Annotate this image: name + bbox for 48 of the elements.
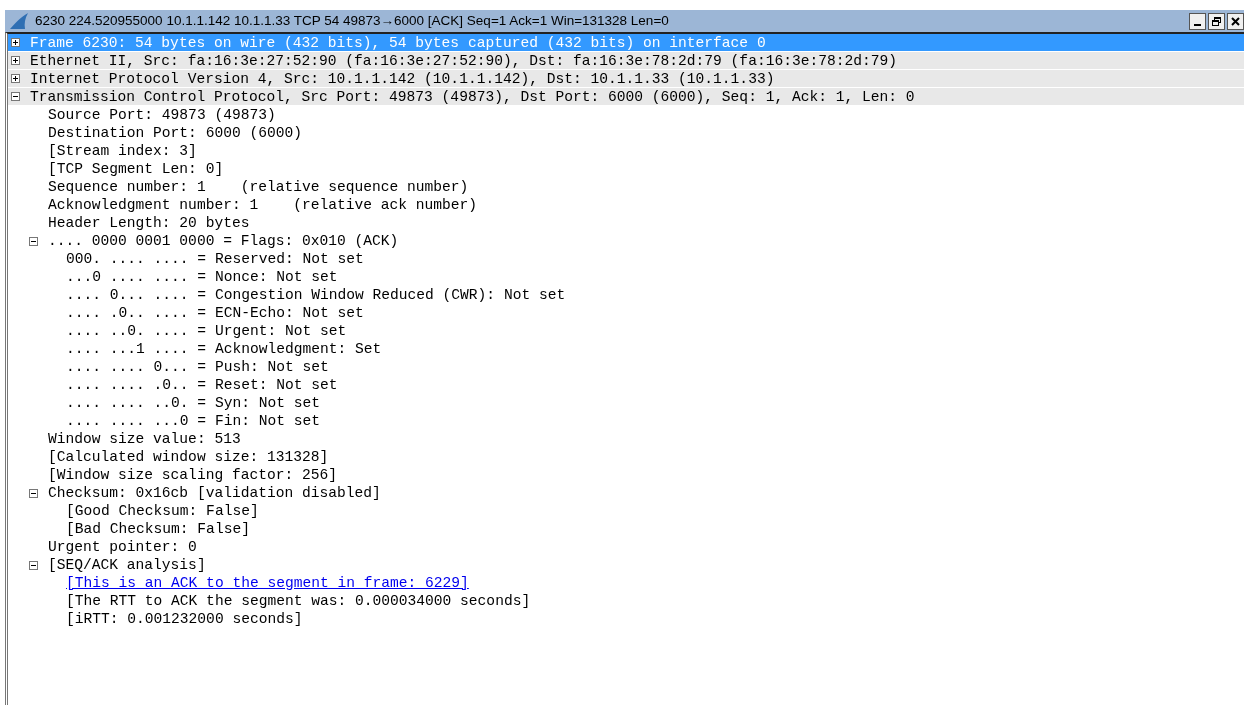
expand-icon[interactable] [11, 38, 20, 47]
tree-row[interactable]: Header Length: 20 bytes [8, 214, 1244, 232]
collapse-icon[interactable] [11, 92, 20, 101]
shark-fin-icon [9, 12, 29, 30]
collapse-icon[interactable] [29, 560, 38, 570]
tree-row[interactable]: .... ..0. .... = Urgent: Not set [8, 322, 1244, 340]
tree-row[interactable]: [The RTT to ACK the segment was: 0.000034000 seconds] [8, 592, 1244, 610]
tree-row[interactable]: [iRTT: 0.001232000 seconds] [8, 610, 1244, 628]
frame-link[interactable]: [This is an ACK to the segment in frame: 6229] [66, 574, 469, 592]
tree-row[interactable]: [TCP Segment Len: 0] [8, 160, 1244, 178]
tree-row[interactable]: Checksum: 0x16cb [validation disabled] [8, 484, 1244, 502]
window-title: 6230 224.520955000 10.1.1.142 10.1.1.33 TCP 54 49873→6000 [ACK] Seq=1 Ack=1 Win=131328 Len=0 [35, 11, 670, 30]
restore-icon [1211, 15, 1222, 27]
collapse-icon[interactable] [29, 488, 38, 498]
tree-row[interactable]: Acknowledgment number: 1 (relative ack number) [8, 196, 1244, 214]
tree-row[interactable]: [Stream index: 3] [8, 142, 1244, 160]
tree-row[interactable]: Window size value: 513 [8, 430, 1244, 448]
expand-icon[interactable] [11, 74, 20, 83]
tree-row[interactable]: .... .0.. .... = ECN-Echo: Not set [8, 304, 1244, 322]
tree-row[interactable]: .... .... 0... = Push: Not set [8, 358, 1244, 376]
tree-row[interactable]: [Calculated window size: 131328] [8, 448, 1244, 466]
tree-row[interactable]: [Good Checksum: False] [8, 502, 1244, 520]
tree-row[interactable]: Source Port: 49873 (49873) [8, 106, 1244, 124]
tree-row[interactable]: Transmission Control Protocol, Src Port: 49873 (49873), Dst Port: 6000 (6000), Seq: 1, Ack: 1, Len: 0 [8, 88, 1244, 106]
tree-row[interactable]: [Window size scaling factor: 256] [8, 466, 1244, 484]
tree-row[interactable]: .... 0000 0001 0000 = Flags: 0x010 (ACK) [8, 232, 1244, 250]
tree-row[interactable]: ...0 .... .... = Nonce: Not set [8, 268, 1244, 286]
tree-row[interactable]: [This is an ACK to the segment in frame: 6229] [8, 574, 1244, 592]
tree-row[interactable]: Ethernet II, Src: fa:16:3e:27:52:90 (fa:16:3e:27:52:90), Dst: fa:16:3e:78:2d:79 (fa:16:3e:78:2d:79) [8, 52, 1244, 70]
expand-icon[interactable] [11, 56, 20, 65]
tree-row[interactable]: .... .... ..0. = Syn: Not set [8, 394, 1244, 412]
restore-button[interactable] [1208, 12, 1225, 30]
tree-row[interactable]: 000. .... .... = Reserved: Not set [8, 250, 1244, 268]
close-button[interactable] [1227, 12, 1244, 30]
collapse-icon[interactable] [29, 236, 38, 246]
minimize-button[interactable] [1189, 12, 1206, 30]
tree-row[interactable]: .... 0... .... = Congestion Window Reduced (CWR): Not set [8, 286, 1244, 304]
tree-row[interactable]: [Bad Checksum: False] [8, 520, 1244, 538]
tree-row[interactable]: Internet Protocol Version 4, Src: 10.1.1.142 (10.1.1.142), Dst: 10.1.1.33 (10.1.1.33) [8, 70, 1244, 88]
tree-row[interactable]: Sequence number: 1 (relative sequence number) [8, 178, 1244, 196]
minimize-icon [1194, 23, 1201, 26]
tree-row[interactable]: .... ...1 .... = Acknowledgment: Set [8, 340, 1244, 358]
tree-row[interactable]: [SEQ/ACK analysis] [8, 556, 1244, 574]
tree-row[interactable]: .... .... .0.. = Reset: Not set [8, 376, 1244, 394]
tree-row[interactable]: Destination Port: 6000 (6000) [8, 124, 1244, 142]
tree-row[interactable]: .... .... ...0 = Fin: Not set [8, 412, 1244, 430]
tree-row[interactable]: Urgent pointer: 0 [8, 538, 1244, 556]
close-icon [1230, 15, 1241, 27]
